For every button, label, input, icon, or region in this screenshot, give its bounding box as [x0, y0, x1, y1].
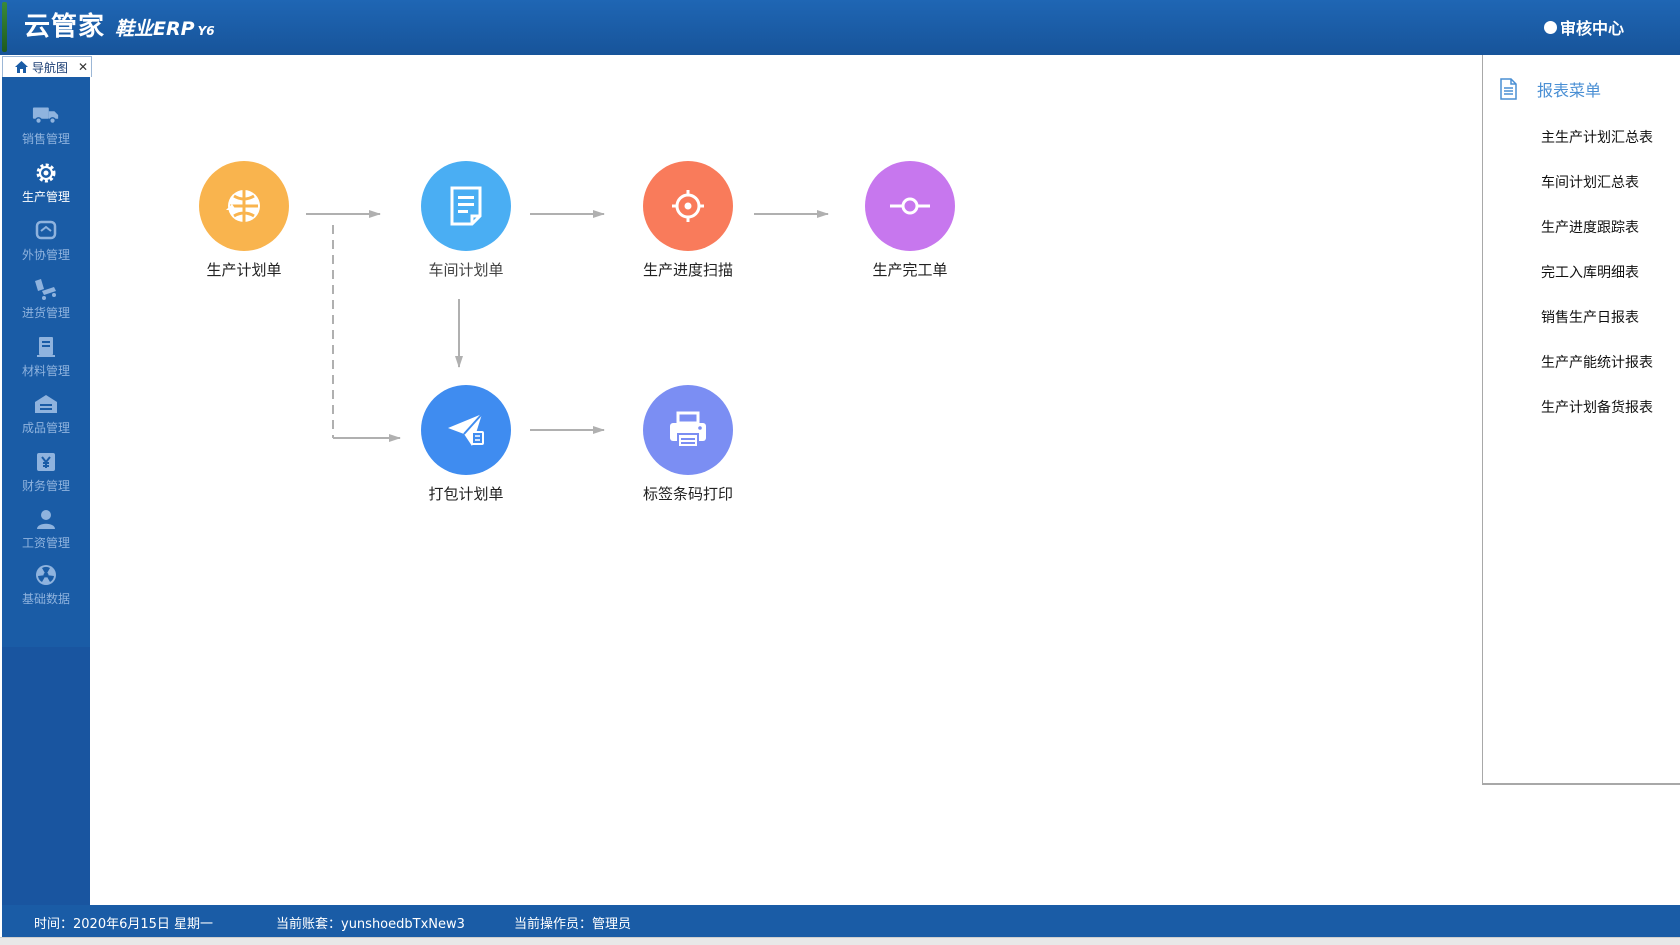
truck-icon: [32, 101, 60, 129]
crosshair-icon: [643, 161, 733, 251]
sidebar-item-materials[interactable]: 材料管理: [2, 327, 90, 385]
status-time: 时间：2020年6月15日 星期一: [34, 917, 214, 932]
sidebar-item-label: 基础数据: [21, 592, 70, 606]
sidebar-item-label: 成品管理: [21, 421, 70, 435]
report-item[interactable]: 销售生产日报表: [1541, 307, 1639, 327]
navigation-map-canvas: 生产计划单 车间计划单 生产进度扫描 生产完工单 打包计划单 标签条码打印: [90, 77, 1482, 905]
sidebar: 销售管理 生产管理 外协管理 进货管理 材料管理 成品管理 财务管理 工资管理 …: [2, 77, 90, 905]
brand-name: 云管家: [24, 12, 106, 42]
app-logo: 云管家 鞋业ERP Y6: [24, 6, 215, 43]
audit-center-button[interactable]: 审核中心: [1543, 15, 1624, 39]
sidebar-item-finance[interactable]: 财务管理: [2, 442, 90, 500]
flow-node-label: 生产计划单: [206, 261, 282, 279]
flow-node-completion[interactable]: 生产完工单: [840, 161, 980, 280]
report-item[interactable]: 车间计划汇总表: [1541, 172, 1639, 192]
top-header: 云管家 鞋业ERP Y6 审核中心: [0, 0, 1680, 55]
flow-node-production-plan[interactable]: 生产计划单: [174, 161, 314, 280]
sidebar-item-label: 进货管理: [21, 306, 70, 320]
circle-icon: [1543, 20, 1557, 34]
product-version: Y6: [197, 24, 215, 38]
home-icon: [15, 61, 28, 73]
flow-node-label: 车间计划单: [428, 261, 504, 279]
globe-icon: [199, 161, 289, 251]
flow-node-label: 生产进度扫描: [642, 261, 733, 279]
flow-node-workshop-plan[interactable]: 车间计划单: [396, 161, 536, 280]
report-menu-header: 报表菜单: [1499, 77, 1601, 101]
status-operator: 当前操作员：管理员: [514, 917, 632, 932]
bottom-strip: [0, 937, 1680, 945]
gear-icon: [32, 159, 60, 187]
sidebar-item-purchase[interactable]: 进货管理: [2, 269, 90, 327]
sidebar-item-label: 外协管理: [21, 248, 70, 262]
flow-node-label: 打包计划单: [428, 485, 504, 503]
report-item[interactable]: 主生产计划汇总表: [1541, 127, 1653, 147]
commit-icon: [865, 161, 955, 251]
sidebar-empty-area: [2, 647, 90, 905]
report-menu-title: 报表菜单: [1537, 81, 1602, 100]
sidebar-item-label: 销售管理: [21, 132, 70, 146]
document-icon: [421, 161, 511, 251]
flow-node-progress-scan[interactable]: 生产进度扫描: [618, 161, 758, 280]
yuan-icon: [32, 448, 60, 476]
sidebar-item-label: 生产管理: [21, 190, 70, 204]
tab-label: 导航图: [32, 60, 69, 75]
flow-node-packing-plan[interactable]: 打包计划单: [396, 385, 536, 504]
window-edge: [2, 2, 7, 52]
warehouse-icon: [32, 390, 60, 418]
report-icon: [1500, 78, 1517, 100]
sidebar-item-production[interactable]: 生产管理: [2, 153, 90, 211]
handshake-icon: [32, 217, 60, 245]
sidebar-item-outsourcing[interactable]: 外协管理: [2, 211, 90, 269]
cart-icon: [32, 275, 60, 303]
sidebar-item-finished-goods[interactable]: 成品管理: [2, 384, 90, 442]
sidebar-item-label: 材料管理: [21, 364, 70, 378]
report-item[interactable]: 生产产能统计报表: [1541, 352, 1653, 372]
status-bar: 时间：2020年6月15日 星期一 当前账套：yunshoedbTxNew3 当…: [2, 905, 1680, 937]
app-window: 云管家 鞋业ERP Y6 审核中心 导航图 ✕ 销售管理 生产管理 外协管理 进…: [0, 0, 1680, 945]
radiation-icon: [32, 561, 60, 589]
printer-icon: [643, 385, 733, 475]
report-item[interactable]: 完工入库明细表: [1541, 262, 1639, 282]
report-item[interactable]: 生产进度跟踪表: [1541, 217, 1639, 237]
tab-strip: 导航图 ✕: [0, 55, 1680, 77]
report-menu-panel: 报表菜单 主生产计划汇总表 车间计划汇总表 生产进度跟踪表 完工入库明细表 销售…: [1482, 55, 1680, 785]
sidebar-item-label: 财务管理: [21, 479, 70, 493]
send-icon: [421, 385, 511, 475]
sidebar-item-base-data[interactable]: 基础数据: [2, 555, 90, 613]
product-name: 鞋业ERP: [115, 18, 195, 40]
status-account: 当前账套：yunshoedbTxNew3: [276, 917, 465, 932]
sidebar-item-sales[interactable]: 销售管理: [2, 95, 90, 153]
flow-node-barcode-print[interactable]: 标签条码打印: [618, 385, 758, 504]
flow-node-label: 标签条码打印: [642, 485, 733, 503]
sidebar-item-payroll[interactable]: 工资管理: [2, 499, 90, 557]
document-icon: [32, 333, 60, 361]
person-icon: [32, 505, 60, 533]
report-item[interactable]: 生产计划备货报表: [1541, 397, 1653, 417]
close-icon[interactable]: ✕: [78, 60, 88, 74]
tab-navigation-map[interactable]: 导航图 ✕: [2, 56, 92, 77]
flow-node-label: 生产完工单: [872, 261, 948, 279]
sidebar-item-label: 工资管理: [21, 536, 70, 550]
audit-center-label: 审核中心: [1559, 19, 1624, 38]
